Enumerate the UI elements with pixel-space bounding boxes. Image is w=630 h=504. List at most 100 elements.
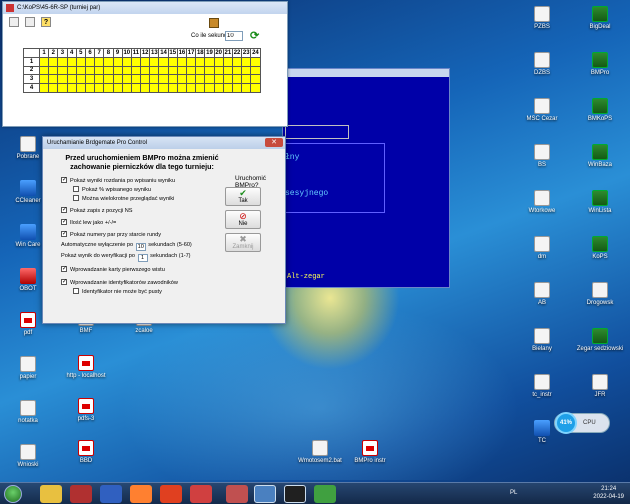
grid-cell[interactable] (48, 83, 59, 93)
desktop-icon[interactable]: Bielany (518, 328, 566, 352)
grid-cell[interactable] (103, 65, 114, 76)
grid-cell[interactable] (112, 56, 123, 67)
grid-cell[interactable] (38, 74, 50, 85)
yes-button[interactable]: ✔ Tak (225, 187, 261, 206)
grid-cell[interactable] (66, 56, 77, 67)
grid-cell[interactable] (231, 65, 243, 76)
grid-cell[interactable] (250, 56, 261, 67)
desktop-icon[interactable]: BBD (62, 440, 110, 464)
option-show-percent[interactable]: Pokaż % wpisanego wyniku (73, 186, 151, 193)
close-button[interactable]: ✖ Zamknij (225, 233, 261, 252)
desktop-icon[interactable]: BigDeal (576, 6, 624, 30)
desktop-icon[interactable]: WinLista (576, 190, 624, 214)
grid-cell[interactable] (48, 56, 59, 67)
console-titlebar[interactable] (283, 69, 449, 77)
grid-cell[interactable] (185, 83, 197, 93)
grid-cell[interactable] (250, 65, 261, 76)
kops-window[interactable]: C:\KoPS\45-6R-SP (turniej par) ? Co ile … (2, 1, 288, 127)
grid-cell[interactable] (57, 83, 68, 93)
grid-cell[interactable] (241, 65, 252, 76)
media-icon[interactable] (226, 485, 248, 503)
grid-cell[interactable] (66, 74, 77, 85)
pdf-reader-icon[interactable] (190, 485, 212, 503)
checkbox-review-results[interactable] (73, 195, 79, 201)
auto-off-input[interactable]: 10 (135, 243, 146, 251)
grid-cell[interactable] (57, 74, 68, 85)
grid-cell[interactable] (222, 56, 233, 67)
grid-cell[interactable] (48, 74, 59, 85)
checkbox-id-required[interactable] (73, 288, 79, 294)
start-button[interactable] (4, 485, 22, 503)
option-review-results[interactable]: Można wielokrotne przeglądać wyniki (73, 195, 174, 202)
grid-cell[interactable] (130, 56, 142, 67)
grid-cell[interactable] (84, 65, 96, 76)
desktop-icon[interactable]: PZBS (518, 6, 566, 30)
desktop-icon[interactable]: tc_instr (518, 374, 566, 398)
checkbox-ns-entry[interactable] (61, 206, 67, 213)
grid-cell[interactable] (130, 83, 142, 93)
exit-door-icon[interactable] (209, 18, 219, 28)
grid-cell[interactable] (84, 83, 96, 93)
desktop-icon[interactable]: Wmotosem2.bat (296, 440, 344, 464)
grid-cell[interactable] (167, 56, 178, 67)
grid-cell[interactable] (222, 65, 233, 76)
grid-cell[interactable] (38, 56, 50, 67)
dialog-titlebar[interactable]: Uruchamianie Brdgemate Pro Control ✕ (43, 137, 285, 149)
grid-cell[interactable] (158, 74, 169, 85)
desktop-icon[interactable]: pdfs-3 (62, 398, 110, 422)
desktop-icon[interactable]: papier (4, 356, 52, 380)
grid-cell[interactable] (176, 83, 188, 93)
grid-cell[interactable] (140, 83, 151, 93)
checkbox-tricks-format[interactable] (61, 218, 67, 225)
grid-cell[interactable] (176, 56, 188, 67)
checkbox-pair-numbers[interactable] (61, 230, 67, 237)
grid-cell[interactable] (149, 65, 160, 76)
desktop-icon[interactable]: BMKoPS (576, 98, 624, 122)
checkbox-show-percent[interactable] (73, 186, 79, 192)
desktop-icon[interactable]: WinBaza (576, 144, 624, 168)
grid-cell[interactable] (121, 56, 132, 67)
grid-cell[interactable] (213, 65, 224, 76)
interval-input[interactable] (225, 31, 243, 41)
grid-cell[interactable] (57, 65, 68, 76)
grid-cell[interactable] (84, 56, 96, 67)
grid-icon[interactable] (9, 17, 19, 27)
grid-cell[interactable] (66, 83, 77, 93)
grid-cell[interactable] (140, 65, 151, 76)
grid-cell[interactable] (204, 56, 215, 67)
grid-cell[interactable] (185, 65, 197, 76)
language-indicator[interactable]: PL (510, 490, 517, 496)
desktop-icon[interactable]: dm (518, 236, 566, 260)
explorer-icon[interactable] (40, 485, 62, 503)
grid-cell[interactable] (130, 65, 142, 76)
grid-cell[interactable] (167, 83, 178, 93)
grid-cell[interactable] (222, 83, 233, 93)
grid-cell[interactable] (121, 65, 132, 76)
desktop-icon[interactable]: notatka (4, 400, 52, 424)
desktop-icon[interactable]: KoPS (576, 236, 624, 260)
grid-cell[interactable] (121, 74, 132, 85)
grid-cell[interactable] (84, 74, 96, 85)
grid-cell[interactable] (176, 65, 188, 76)
desktop-icon[interactable]: MSC Cezar (518, 98, 566, 122)
grid-cell[interactable] (75, 65, 86, 76)
grid-cell[interactable] (48, 65, 59, 76)
grid-cell[interactable] (204, 83, 215, 93)
refresh-icon[interactable]: ⟳ (250, 30, 262, 42)
grid-cell[interactable] (38, 83, 50, 93)
grid-cell[interactable] (57, 56, 68, 67)
grid-cell[interactable] (204, 65, 215, 76)
grid-cell[interactable] (231, 74, 243, 85)
grid-cell[interactable] (176, 74, 188, 85)
kops-titlebar[interactable]: C:\KoPS\45-6R-SP (turniej par) (3, 2, 287, 14)
grid-cell[interactable] (195, 74, 206, 85)
grid-cell[interactable] (75, 56, 86, 67)
grid-cell[interactable] (231, 56, 243, 67)
grid-cell[interactable] (66, 65, 77, 76)
grid-cell[interactable] (140, 56, 151, 67)
desktop-icon[interactable]: http - localhost (62, 355, 110, 379)
grid-cell[interactable] (195, 65, 206, 76)
option-show-results[interactable]: Pokaż wyniki rozdania po wpisaniu wyniku (61, 176, 175, 184)
grid-cell[interactable] (250, 83, 261, 93)
option-tricks-format[interactable]: Ilość lew jako +/-/= (61, 218, 116, 226)
